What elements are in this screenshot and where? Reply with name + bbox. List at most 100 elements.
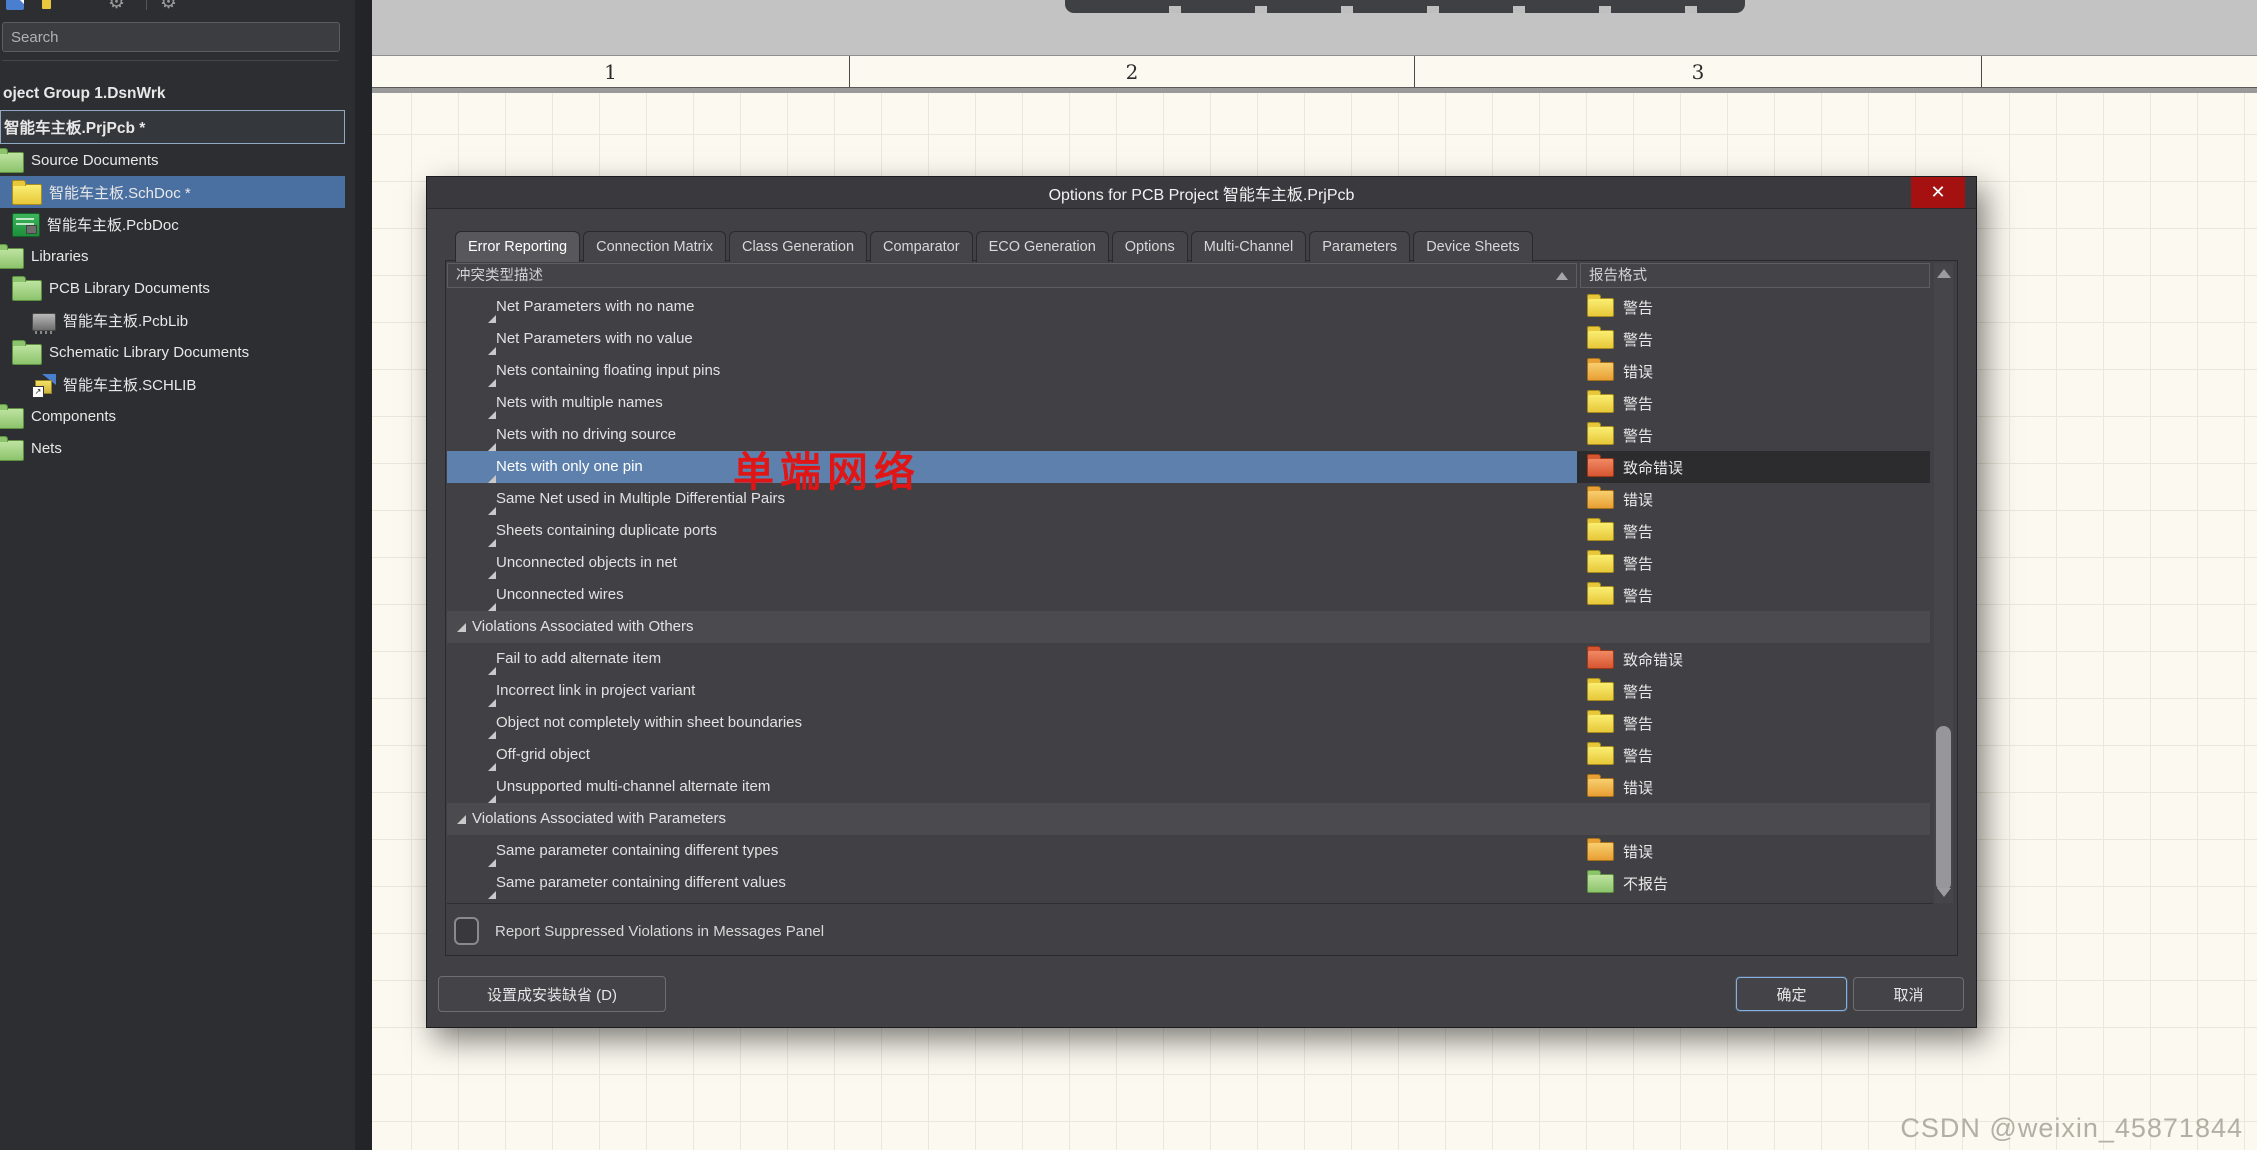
tree-item[interactable]: Source Documents xyxy=(0,144,345,176)
violation-report-mode[interactable]: 警告 xyxy=(1577,581,1930,606)
violation-row[interactable]: Nets with multiple names 警告 xyxy=(447,387,1930,419)
violation-description[interactable]: Nets with multiple names xyxy=(447,387,1577,419)
violation-report-mode[interactable]: 致命错误 xyxy=(1577,645,1930,670)
tree-item[interactable]: Components xyxy=(0,400,345,432)
violation-row[interactable]: Unconnected wires 警告 xyxy=(447,579,1930,611)
gear-icon[interactable]: ⚙ xyxy=(108,0,125,14)
grid-scrollbar[interactable] xyxy=(1934,263,1953,903)
tree-item[interactable]: 智能车主板.SchDoc * xyxy=(0,176,345,208)
violation-row[interactable]: Nets containing floating input pins 错误 xyxy=(447,355,1930,387)
report-suppressed-label: Report Suppressed Violations in Messages… xyxy=(495,922,825,940)
dialog-tab[interactable]: Multi-Channel xyxy=(1190,231,1307,262)
violation-description[interactable]: Same parameter containing different valu… xyxy=(447,867,1577,899)
cancel-button[interactable]: 取消 xyxy=(1853,977,1964,1011)
violation-report-mode[interactable]: 警告 xyxy=(1577,677,1930,702)
search-input[interactable] xyxy=(2,22,340,52)
violation-row[interactable]: Unsupported multi-channel alternate item… xyxy=(447,771,1930,803)
violation-description[interactable]: Violations Associated with Parameters xyxy=(447,803,1577,835)
key-icon[interactable] xyxy=(42,0,51,9)
violation-report-mode[interactable]: 警告 xyxy=(1577,549,1930,574)
set-to-installation-defaults-button[interactable]: 设置成安装缺省 (D) xyxy=(438,976,666,1012)
ok-button[interactable]: 确定 xyxy=(1736,977,1847,1011)
scroll-up-icon[interactable] xyxy=(1937,269,1951,278)
violation-description[interactable]: Nets containing floating input pins xyxy=(447,355,1577,387)
report-folder-icon xyxy=(1587,645,1614,669)
violation-report-mode[interactable]: 错误 xyxy=(1577,837,1930,862)
violation-description[interactable]: Net Parameters with no name xyxy=(447,291,1577,323)
dialog-tab[interactable]: Comparator xyxy=(870,231,973,262)
violation-row[interactable]: Net Parameters with no value 警告 xyxy=(447,323,1930,355)
close-button[interactable]: ✕ xyxy=(1911,177,1965,208)
violation-row[interactable]: Incorrect link in project variant 警告 xyxy=(447,675,1930,707)
violation-row[interactable]: Fail to add alternate item 致命错误 xyxy=(447,643,1930,675)
tree-item[interactable]: PCB Library Documents xyxy=(0,272,345,304)
tree-item[interactable]: Nets xyxy=(0,432,345,464)
violation-description[interactable]: Same Net used in Multiple Differential P… xyxy=(447,483,1577,515)
violation-row[interactable]: Sheets containing duplicate ports 警告 xyxy=(447,515,1930,547)
violation-description[interactable]: Nets with no driving source xyxy=(447,419,1577,451)
violation-description[interactable]: Unconnected objects in net xyxy=(447,547,1577,579)
violation-description[interactable]: Nets with only one pin xyxy=(447,451,1577,483)
tree-item[interactable]: ↗ 智能车主板.SCHLIB xyxy=(0,368,345,400)
tree-item[interactable]: 智能车主板.PcbLib xyxy=(0,304,345,336)
gear-icon[interactable]: ⚙ xyxy=(160,0,177,14)
dialog-tab[interactable]: Class Generation xyxy=(728,231,868,262)
violation-report-mode[interactable]: 警告 xyxy=(1577,325,1930,350)
violation-row[interactable]: Violations Associated with Parameters xyxy=(447,803,1930,835)
dialog-tab[interactable]: Parameters xyxy=(1309,231,1411,262)
violation-row[interactable]: Net Parameters with no name 警告 xyxy=(447,291,1930,323)
report-folder-icon xyxy=(1587,485,1614,509)
scrollbar-thumb[interactable] xyxy=(1936,726,1951,891)
tree-item[interactable]: oject Group 1.DsnWrk xyxy=(0,78,345,110)
violation-report-mode[interactable]: 不报告 xyxy=(1577,869,1930,894)
violation-row[interactable]: Nets with only one pin 致命错误 xyxy=(447,451,1930,483)
violation-report-mode[interactable]: 警告 xyxy=(1577,517,1930,542)
violation-description[interactable]: Same parameter containing different type… xyxy=(447,835,1577,867)
dialog-tab[interactable]: Error Reporting xyxy=(455,231,581,262)
scroll-down-icon[interactable] xyxy=(1937,888,1951,897)
violation-description[interactable]: Off-grid object xyxy=(447,739,1577,771)
dialog-tab[interactable]: Connection Matrix xyxy=(583,231,726,262)
violation-description[interactable]: Violations Associated with Others xyxy=(447,611,1577,643)
violation-row[interactable]: Same Net used in Multiple Differential P… xyxy=(447,483,1930,515)
report-folder-icon xyxy=(1587,421,1614,445)
tree-item[interactable]: 智能车主板.PcbDoc xyxy=(0,208,345,240)
tree-item[interactable]: Libraries xyxy=(0,240,345,272)
report-mode-label: 警告 xyxy=(1623,747,1654,765)
violation-row[interactable]: Object not completely within sheet bound… xyxy=(447,707,1930,739)
dialog-tab-label: Parameters xyxy=(1322,239,1398,255)
violation-description[interactable]: Fail to add alternate item xyxy=(447,643,1577,675)
violation-report-mode[interactable]: 警告 xyxy=(1577,293,1930,318)
violation-description[interactable]: Object not completely within sheet bound… xyxy=(447,707,1577,739)
violation-report-mode[interactable]: 致命错误 xyxy=(1577,451,1930,483)
dialog-tab[interactable]: ECO Generation xyxy=(975,231,1109,262)
tree-item[interactable]: 智能车主板.PrjPcb * xyxy=(0,110,345,144)
violation-description[interactable]: Unconnected wires xyxy=(447,579,1577,611)
tree-item[interactable]: Schematic Library Documents xyxy=(0,336,345,368)
dialog-tab[interactable]: Device Sheets xyxy=(1413,231,1533,262)
violation-row[interactable]: Same parameter containing different valu… xyxy=(447,867,1930,899)
violation-report-mode[interactable]: 警告 xyxy=(1577,741,1930,766)
violation-report-mode[interactable]: 警告 xyxy=(1577,389,1930,414)
dialog-titlebar[interactable]: Options for PCB Project 智能车主板.PrjPcb ✕ xyxy=(427,177,1976,209)
document-icon[interactable] xyxy=(6,0,24,10)
dialog-tab[interactable]: Options xyxy=(1111,231,1188,262)
violation-row[interactable]: Nets with no driving source 警告 xyxy=(447,419,1930,451)
panel-splitter[interactable] xyxy=(355,0,372,1150)
violation-report-mode[interactable]: 错误 xyxy=(1577,357,1930,382)
violation-description[interactable]: Unsupported multi-channel alternate item xyxy=(447,771,1577,803)
report-suppressed-checkbox[interactable] xyxy=(454,917,479,945)
violation-row[interactable]: Unconnected objects in net 警告 xyxy=(447,547,1930,579)
violation-row[interactable]: Off-grid object 警告 xyxy=(447,739,1930,771)
violation-description[interactable]: Sheets containing duplicate ports xyxy=(447,515,1577,547)
violation-report-mode[interactable]: 警告 xyxy=(1577,709,1930,734)
column-header-description[interactable]: 冲突类型描述 xyxy=(447,263,1577,288)
violation-row[interactable]: Violations Associated with Others xyxy=(447,611,1930,643)
violation-description[interactable]: Incorrect link in project variant xyxy=(447,675,1577,707)
violation-report-mode[interactable]: 警告 xyxy=(1577,421,1930,446)
violation-description[interactable]: Net Parameters with no value xyxy=(447,323,1577,355)
violation-report-mode[interactable]: 错误 xyxy=(1577,485,1930,510)
violation-row[interactable]: Same parameter containing different type… xyxy=(447,835,1930,867)
violation-report-mode[interactable]: 错误 xyxy=(1577,773,1930,798)
column-header-report-mode[interactable]: 报告格式 xyxy=(1580,263,1930,288)
